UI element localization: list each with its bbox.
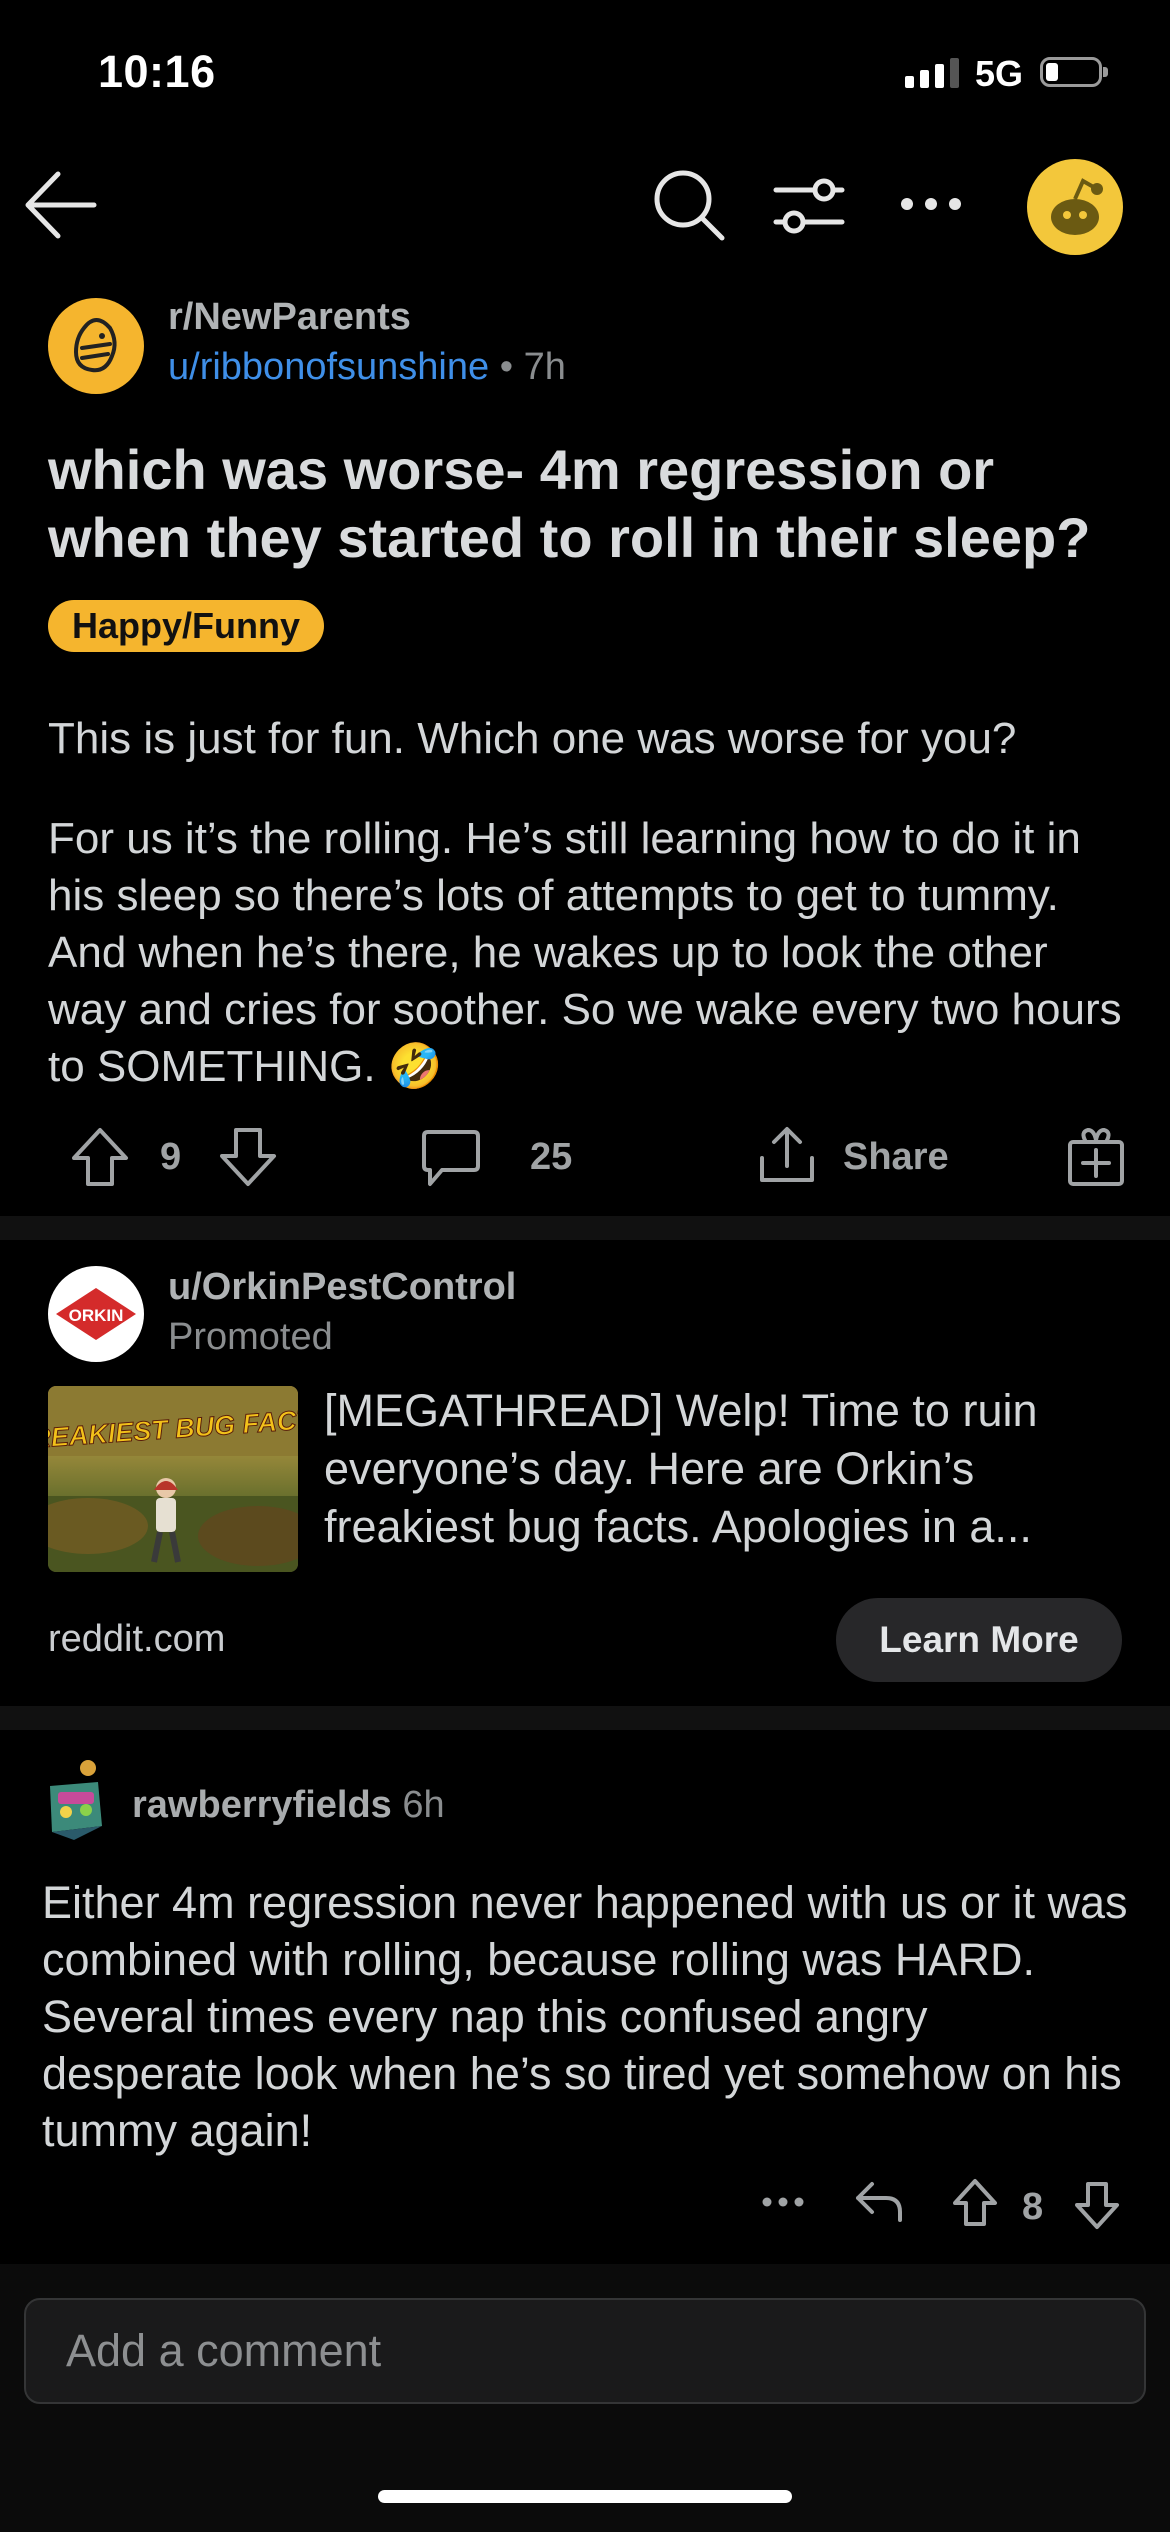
- downvote-icon[interactable]: [218, 1126, 278, 1188]
- comment-count: 25: [530, 1136, 573, 1178]
- learn-more-button[interactable]: Learn More: [836, 1598, 1122, 1682]
- post-flair[interactable]: Happy/Funny: [48, 600, 325, 652]
- post-meta: u/ribbonofsunshine • 7h: [168, 346, 566, 389]
- section-divider: [0, 1216, 1170, 1240]
- post-body-paragraph-1: This is just for fun. Which one was wors…: [48, 714, 1017, 763]
- advertiser-logo[interactable]: ORKIN: [48, 1266, 144, 1362]
- sort-filter-icon[interactable]: [772, 176, 846, 238]
- search-icon[interactable]: [652, 168, 726, 242]
- post-age: 7h: [523, 346, 566, 388]
- post-body-paragraph-2: For us it’s the rolling. He’s still lear…: [48, 814, 1122, 1091]
- home-indicator: [378, 2490, 792, 2503]
- cellular-signal-icon: [905, 58, 959, 88]
- comment-icon[interactable]: [420, 1128, 482, 1188]
- meta-separator: •: [489, 346, 524, 388]
- section-divider: [0, 1706, 1170, 1730]
- ad-thumbnail-image: FREAKIEST BUG FACTS: [48, 1386, 298, 1572]
- comment-body: Either 4m regression never happened with…: [42, 1877, 1128, 2156]
- comment-upvote-icon[interactable]: [952, 2178, 998, 2228]
- subreddit-avatar[interactable]: [48, 298, 144, 394]
- promoted-label: Promoted: [168, 1316, 333, 1358]
- ad-thumbnail[interactable]: FREAKIEST BUG FACTS: [48, 1386, 298, 1572]
- share-icon[interactable]: [756, 1124, 818, 1186]
- comment-age: 6h: [402, 1784, 445, 1826]
- comment-author[interactable]: rawberryfields: [132, 1784, 392, 1826]
- orkin-logo-icon: ORKIN: [56, 1288, 136, 1340]
- post-title: which was worse- 4m regression or when t…: [48, 438, 1091, 569]
- orkin-logo-text: ORKIN: [69, 1306, 124, 1325]
- award-gift-icon[interactable]: [1066, 1126, 1126, 1188]
- reply-icon[interactable]: [854, 2180, 904, 2224]
- commenter-avatar[interactable]: [38, 1756, 110, 1840]
- ad-domain[interactable]: reddit.com: [48, 1618, 225, 1661]
- post-author[interactable]: u/ribbonofsunshine: [168, 346, 489, 388]
- snoo-avatar-icon: [1051, 178, 1103, 235]
- comment-meta: rawberryfields 6h: [132, 1784, 445, 1827]
- ad-headline[interactable]: [MEGATHREAD] Welp! Time to ruin everyone…: [324, 1382, 1124, 1556]
- add-comment-input[interactable]: [24, 2298, 1146, 2404]
- subreddit-name[interactable]: r/NewParents: [168, 296, 411, 339]
- ad-username[interactable]: u/OrkinPestControl: [168, 1266, 516, 1309]
- post-vote-count: 9: [160, 1136, 182, 1178]
- comment-downvote-icon[interactable]: [1074, 2180, 1120, 2230]
- battery-icon: [1040, 57, 1108, 87]
- comment-more-icon[interactable]: [762, 2196, 804, 2208]
- comment-vote-count: 8: [1022, 2186, 1044, 2228]
- network-type: 5G: [975, 53, 1024, 94]
- status-time: 10:16: [98, 46, 216, 97]
- more-options-icon[interactable]: [900, 196, 962, 212]
- duck-icon: [73, 318, 117, 373]
- upvote-icon[interactable]: [70, 1126, 130, 1188]
- user-avatar[interactable]: [1027, 159, 1123, 255]
- share-button[interactable]: Share: [843, 1136, 949, 1179]
- back-arrow-icon[interactable]: [22, 170, 98, 240]
